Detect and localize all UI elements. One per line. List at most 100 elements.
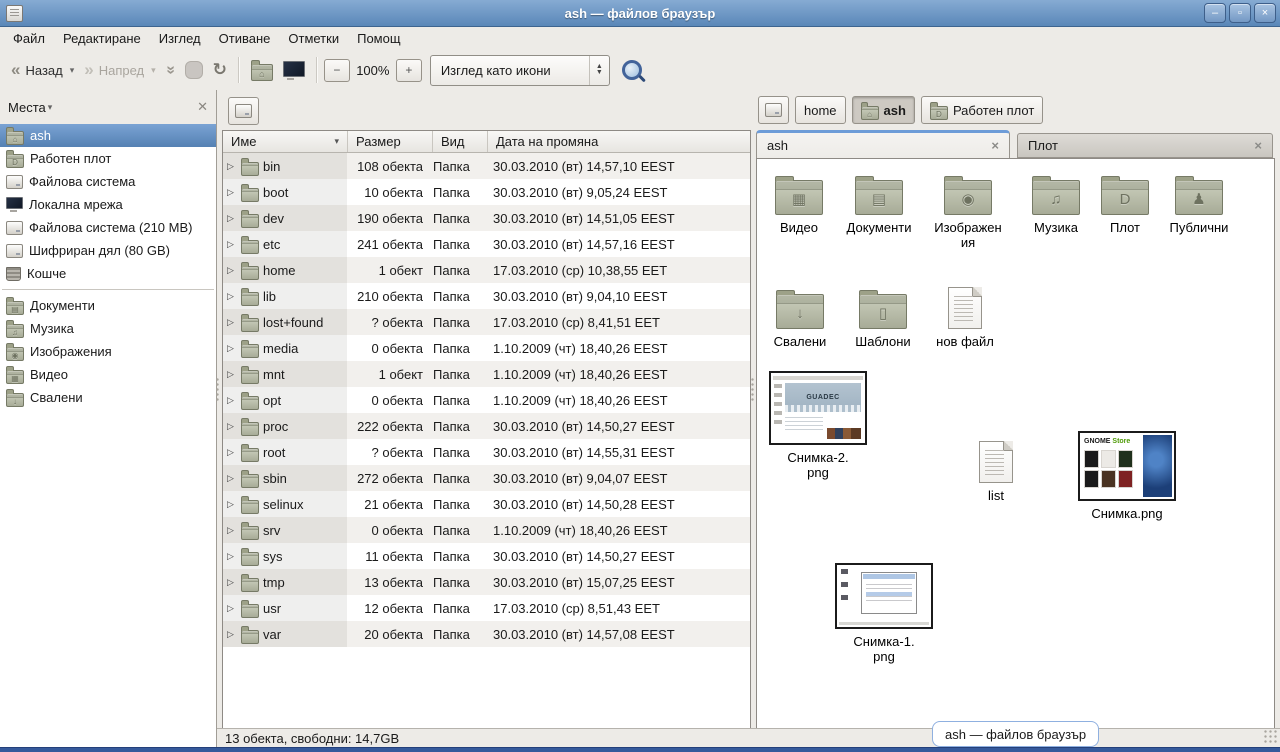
tab-Плот[interactable]: Плот×: [1017, 133, 1273, 158]
sidebar-item[interactable]: Шифриран дял (80 GB): [0, 239, 216, 262]
table-row[interactable]: ▷proc222 обектаПапка30.03.2010 (вт) 14,5…: [223, 413, 750, 439]
menu-item[interactable]: Помощ: [348, 28, 409, 49]
stop-button[interactable]: [180, 57, 208, 83]
expander-icon[interactable]: ▷: [227, 629, 237, 640]
sidebar-item[interactable]: Файлова система: [0, 170, 216, 193]
icon-view-item[interactable]: GNOME StoreСнимка.png: [1073, 431, 1181, 521]
forward-dropdown-icon[interactable]: ▾: [151, 65, 156, 76]
tree-root-button[interactable]: [228, 97, 259, 125]
table-row[interactable]: ▷bin108 обектаПапка30.03.2010 (вт) 14,57…: [223, 153, 750, 179]
pathbar-button[interactable]: home: [795, 96, 846, 124]
icon-view-item[interactable]: ▤Документи: [839, 173, 919, 235]
expander-icon[interactable]: ▷: [227, 525, 237, 536]
resize-grip[interactable]: [1263, 729, 1278, 745]
expander-icon[interactable]: ▷: [227, 473, 237, 484]
icon-view-item[interactable]: нов файл: [933, 287, 997, 349]
tab-close-icon[interactable]: ×: [991, 138, 999, 153]
icon-view-item[interactable]: ◉Изображения: [929, 173, 1007, 250]
icon-view-item[interactable]: ▦Видео: [767, 173, 831, 235]
expander-icon[interactable]: ▷: [227, 187, 237, 198]
icon-view-item[interactable]: Снимка-1.png: [833, 563, 935, 664]
tab-close-icon[interactable]: ×: [1254, 138, 1262, 153]
column-header[interactable]: Размер: [348, 131, 433, 152]
table-row[interactable]: ▷etc241 обектаПапка30.03.2010 (вт) 14,57…: [223, 231, 750, 257]
forward-button[interactable]: » Напред ▾: [79, 59, 160, 82]
zoom-in-button[interactable]: +: [396, 59, 422, 82]
back-dropdown-icon[interactable]: ▾: [70, 65, 75, 76]
menu-item[interactable]: Отметки: [279, 28, 348, 49]
menu-item[interactable]: Изглед: [150, 28, 210, 49]
table-row[interactable]: ▷var20 обектаПапка30.03.2010 (вт) 14,57,…: [223, 621, 750, 647]
table-row[interactable]: ▷sys11 обектаПапка30.03.2010 (вт) 14,50,…: [223, 543, 750, 569]
pathbar-button[interactable]: DРаботен плот: [921, 96, 1043, 124]
maximize-button[interactable]: ▫: [1229, 3, 1251, 23]
tab-ash[interactable]: ash×: [756, 130, 1010, 158]
column-header[interactable]: Дата на промяна: [488, 131, 750, 152]
expander-icon[interactable]: ▷: [227, 499, 237, 510]
table-row[interactable]: ▷home1 обектПапка17.03.2010 (ср) 10,38,5…: [223, 257, 750, 283]
expander-icon[interactable]: ▷: [227, 577, 237, 588]
expander-icon[interactable]: ▷: [227, 395, 237, 406]
table-row[interactable]: ▷lib210 обектаПапка30.03.2010 (вт) 9,04,…: [223, 283, 750, 309]
expander-icon[interactable]: ▷: [227, 265, 237, 276]
sidebar-item[interactable]: ▦Видео: [0, 363, 216, 386]
table-row[interactable]: ▷opt0 обектаПапка1.10.2009 (чт) 18,40,26…: [223, 387, 750, 413]
menu-item[interactable]: Редактиране: [54, 28, 150, 49]
pathbar-button[interactable]: ⌂ash: [852, 96, 915, 124]
table-row[interactable]: ▷dev190 обектаПапка30.03.2010 (вт) 14,51…: [223, 205, 750, 231]
view-mode-select[interactable]: Изглед като икони ▲▼: [430, 55, 610, 86]
sidebar-item[interactable]: ◉Изображения: [0, 340, 216, 363]
expander-icon[interactable]: ▷: [227, 239, 237, 250]
expander-icon[interactable]: ▷: [227, 291, 237, 302]
expander-icon[interactable]: ▷: [227, 369, 237, 380]
icon-view-item[interactable]: ♫Музика: [1025, 173, 1087, 235]
expander-icon[interactable]: ▷: [227, 343, 237, 354]
icon-view-item[interactable]: ▯Шаблони: [849, 287, 917, 349]
expander-icon[interactable]: ▷: [227, 421, 237, 432]
table-row[interactable]: ▷selinux21 обектаПапка30.03.2010 (вт) 14…: [223, 491, 750, 517]
menu-item[interactable]: Отиване: [210, 28, 280, 49]
expander-icon[interactable]: ▷: [227, 447, 237, 458]
pane-splitter-grip[interactable]: [750, 377, 755, 403]
sidebar-item[interactable]: DРаботен плот: [0, 147, 216, 170]
minimize-button[interactable]: –: [1204, 3, 1226, 23]
pathbar-button[interactable]: [758, 96, 789, 124]
column-header[interactable]: Вид: [433, 131, 488, 152]
icon-view-item[interactable]: ♟Публични: [1161, 173, 1237, 235]
table-row[interactable]: ▷mnt1 обектПапка1.10.2009 (чт) 18,40,26 …: [223, 361, 750, 387]
reload-button[interactable]: ↻: [208, 56, 232, 84]
close-button[interactable]: ×: [1254, 3, 1276, 23]
expander-icon[interactable]: ▷: [227, 603, 237, 614]
sidebar-item[interactable]: ↓Свалени: [0, 386, 216, 409]
sidebar-item[interactable]: ♫Музика: [0, 317, 216, 340]
menu-item[interactable]: Файл: [4, 28, 54, 49]
table-row[interactable]: ▷boot10 обектаПапка30.03.2010 (вт) 9,05,…: [223, 179, 750, 205]
sidebar-item[interactable]: Локална мрежа: [0, 193, 216, 216]
table-row[interactable]: ▷media0 обектаПапка1.10.2009 (чт) 18,40,…: [223, 335, 750, 361]
icon-view-item[interactable]: GUADECСнимка-2.png: [767, 371, 869, 480]
table-row[interactable]: ▷usr12 обектаПапка17.03.2010 (ср) 8,51,4…: [223, 595, 750, 621]
sidebar-close-icon[interactable]: ✕: [197, 99, 208, 115]
expander-icon[interactable]: ▷: [227, 213, 237, 224]
table-row[interactable]: ▷lost+found? обектаПапка17.03.2010 (ср) …: [223, 309, 750, 335]
sidebar-dropdown-icon[interactable]: ▾: [48, 102, 53, 113]
expander-icon[interactable]: ▷: [227, 317, 237, 328]
sidebar-item[interactable]: Файлова система (210 MB): [0, 216, 216, 239]
icon-view-item[interactable]: DПлот: [1099, 173, 1151, 235]
back-button[interactable]: « Назад ▾: [6, 59, 79, 82]
table-row[interactable]: ▷root? обектаПапка30.03.2010 (вт) 14,55,…: [223, 439, 750, 465]
search-button[interactable]: [622, 60, 642, 80]
home-button[interactable]: ⌂: [246, 55, 278, 85]
up-button[interactable]: »: [161, 57, 180, 83]
sidebar-splitter-grip[interactable]: [215, 377, 220, 403]
sidebar-title[interactable]: Места: [8, 100, 46, 115]
table-row[interactable]: ▷sbin272 обектаПапка30.03.2010 (вт) 9,04…: [223, 465, 750, 491]
column-header[interactable]: Име▾: [223, 131, 348, 152]
table-row[interactable]: ▷srv0 обектаПапка1.10.2009 (чт) 18,40,26…: [223, 517, 750, 543]
zoom-out-button[interactable]: −: [324, 59, 350, 82]
table-row[interactable]: ▷tmp13 обектаПапка30.03.2010 (вт) 15,07,…: [223, 569, 750, 595]
sidebar-item[interactable]: Кошче: [0, 262, 216, 285]
sidebar-item[interactable]: ▤Документи: [0, 294, 216, 317]
computer-button[interactable]: [278, 57, 310, 84]
expander-icon[interactable]: ▷: [227, 551, 237, 562]
